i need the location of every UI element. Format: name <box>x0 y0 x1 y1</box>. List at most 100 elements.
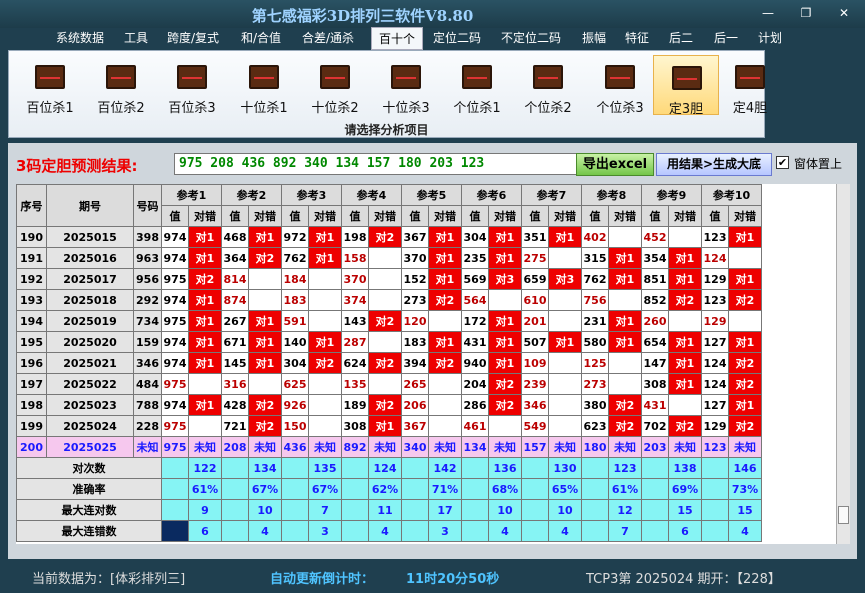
menu-item-active[interactable]: 百十个 <box>371 27 424 50</box>
stats-spacer <box>581 499 609 521</box>
draw-info: TCP3第 2025024 期开：【228】 <box>586 572 781 587</box>
ribbon-button[interactable]: 个位杀2 <box>515 55 581 116</box>
menu-item[interactable]: 跨度/复式 <box>167 29 219 46</box>
ribbon-button[interactable]: 百位杀3 <box>159 55 225 116</box>
menu-item[interactable]: 工具 <box>124 29 148 46</box>
ribbon-button[interactable]: 定3胆 <box>653 55 719 117</box>
pred-hit: 未知 <box>248 436 282 458</box>
stats-value: 146 <box>728 457 762 479</box>
ribbon-panel: 百位杀1 百位杀2 百位杀3 十位杀1 十位杀2 十位杀3 个位杀1 个位杀2 个位杀3 定3胆 定… <box>8 50 767 138</box>
menu-item[interactable]: 振幅 <box>582 29 606 46</box>
stats-value: 62% <box>368 478 402 500</box>
close-button[interactable]: ✕ <box>836 6 852 20</box>
header-hit: 对错 <box>668 205 702 227</box>
header-hit: 对错 <box>728 205 762 227</box>
stats-spacer <box>461 499 489 521</box>
stats-spacer <box>401 520 429 542</box>
ref-hit <box>548 247 582 269</box>
ref-hit: 对3 <box>488 268 522 290</box>
table-row[interactable]: 196 2025021 346 974 对1 145 对1 304 对2 624 对2 394 对2 94… <box>16 352 762 374</box>
table-row[interactable]: 199 2025024 228 975 721 对2 150 308 对1 367 461 549 62… <box>16 415 762 437</box>
table-row[interactable]: 190 2025015 398 974 对1 468 对1 972 对1 198 对2 367 对1 30… <box>16 226 762 248</box>
ref-value: 659 <box>521 268 549 290</box>
menu-item[interactable]: 后一 <box>714 29 738 46</box>
row-seq: 197 <box>16 373 47 395</box>
ref-value: 315 <box>581 247 609 269</box>
ref-hit: 对2 <box>728 373 762 395</box>
ref-hit: 对1 <box>608 268 642 290</box>
ref-value: 127 <box>701 331 729 353</box>
ref-value: 129 <box>701 415 729 437</box>
ribbon-button[interactable]: 个位杀3 <box>587 55 653 116</box>
menu-item[interactable]: 合差/通杀 <box>302 29 354 46</box>
table-row[interactable]: 192 2025017 956 975 对2 814 184 370 152 对1 569 对3 659… <box>16 268 762 290</box>
menu-item[interactable]: 系统数据 <box>56 29 104 46</box>
ref-hit <box>548 394 582 416</box>
ref-value: 623 <box>581 415 609 437</box>
ribbon-button[interactable]: 定4胆 <box>717 55 783 116</box>
prediction-row[interactable]: 200 2025025 未知 975 未知 208 未知 436 未知 892 未知 340 未知 134… <box>16 436 762 458</box>
restore-button[interactable]: ❐ <box>798 6 814 20</box>
ref-value: 206 <box>401 394 429 416</box>
generate-button[interactable]: 用结果>生成大底 <box>656 153 772 176</box>
row-code: 346 <box>133 352 162 374</box>
menu-item[interactable]: 计划 <box>758 29 782 46</box>
ref-value: 273 <box>581 373 609 395</box>
stats-spacer <box>521 478 549 500</box>
table-row[interactable]: 193 2025018 292 974 对1 874 183 374 273 对2 564 610 75… <box>16 289 762 311</box>
stats-spacer <box>641 457 669 479</box>
ribbon-button[interactable]: 十位杀1 <box>231 55 297 116</box>
menu-item[interactable]: 特征 <box>625 29 649 46</box>
ribbon-button[interactable]: 百位杀2 <box>88 55 154 116</box>
header-hit: 对错 <box>608 205 642 227</box>
ref-hit <box>428 310 462 332</box>
ribbon-button[interactable]: 个位杀1 <box>444 55 510 116</box>
ref-hit: 对2 <box>248 394 282 416</box>
ribbon-button[interactable]: 十位杀2 <box>302 55 368 116</box>
row-code: 734 <box>133 310 162 332</box>
table-row[interactable]: 194 2025019 734 975 对1 267 对1 591 143 对2 120 172 对1 2… <box>16 310 762 332</box>
scroll-thumb[interactable] <box>838 506 849 524</box>
ref-value: 851 <box>641 268 669 290</box>
chart-icon <box>249 65 279 89</box>
header-code: 号码 <box>133 184 162 227</box>
menu-item[interactable]: 和/合值 <box>241 29 281 46</box>
row-code: 956 <box>133 268 162 290</box>
stats-value: 17 <box>428 499 462 521</box>
stats-spacer <box>401 499 429 521</box>
table-row[interactable]: 198 2025023 788 974 对1 428 对2 926 189 对2 206 286 对2 3… <box>16 394 762 416</box>
ref-value: 145 <box>221 352 249 374</box>
ref-value: 624 <box>341 352 369 374</box>
stats-value: 15 <box>728 499 762 521</box>
stats-spacer <box>161 457 189 479</box>
ref-value: 183 <box>281 289 309 311</box>
ref-value: 610 <box>521 289 549 311</box>
ref-hit <box>548 289 582 311</box>
ref-hit: 对3 <box>548 268 582 290</box>
ref-value: 172 <box>461 310 489 332</box>
pred-value: 134 <box>461 436 489 458</box>
table-row[interactable]: 191 2025016 963 974 对1 364 对2 762 对1 158 370 对1 235 对… <box>16 247 762 269</box>
vertical-scrollbar[interactable] <box>836 184 850 544</box>
ref-hit <box>668 394 702 416</box>
menu-item[interactable]: 后二 <box>669 29 693 46</box>
stats-spacer <box>341 457 369 479</box>
pin-checkbox[interactable]: ✔ <box>776 156 789 169</box>
menu-item[interactable]: 定位二码 <box>433 29 481 46</box>
ref-hit <box>488 415 522 437</box>
menu-bar: 系统数据 工具 跨度/复式 和/合值 合差/通杀 百十个 定位二码 不定位二码 … <box>0 27 865 50</box>
header-value: 值 <box>461 205 489 227</box>
ribbon-button[interactable]: 十位杀3 <box>373 55 439 116</box>
ribbon-button[interactable]: 百位杀1 <box>17 55 83 116</box>
ref-hit <box>608 373 642 395</box>
menu-item[interactable]: 不定位二码 <box>501 29 561 46</box>
ref-value: 549 <box>521 415 549 437</box>
ref-hit <box>608 352 642 374</box>
ribbon-button-label: 十位杀2 <box>311 101 359 116</box>
ref-hit: 对1 <box>428 331 462 353</box>
export-excel-button[interactable]: 导出excel <box>576 153 654 176</box>
table-row[interactable]: 197 2025022 484 975 316 625 135 265 204 对2 239 273 3… <box>16 373 762 395</box>
table-row[interactable]: 195 2025020 159 974 对1 671 对1 140 对1 287 183 对1 431 对… <box>16 331 762 353</box>
minimize-button[interactable]: — <box>760 6 776 20</box>
prediction-result-field[interactable]: 975 208 436 892 340 134 157 180 203 123 <box>174 153 584 175</box>
